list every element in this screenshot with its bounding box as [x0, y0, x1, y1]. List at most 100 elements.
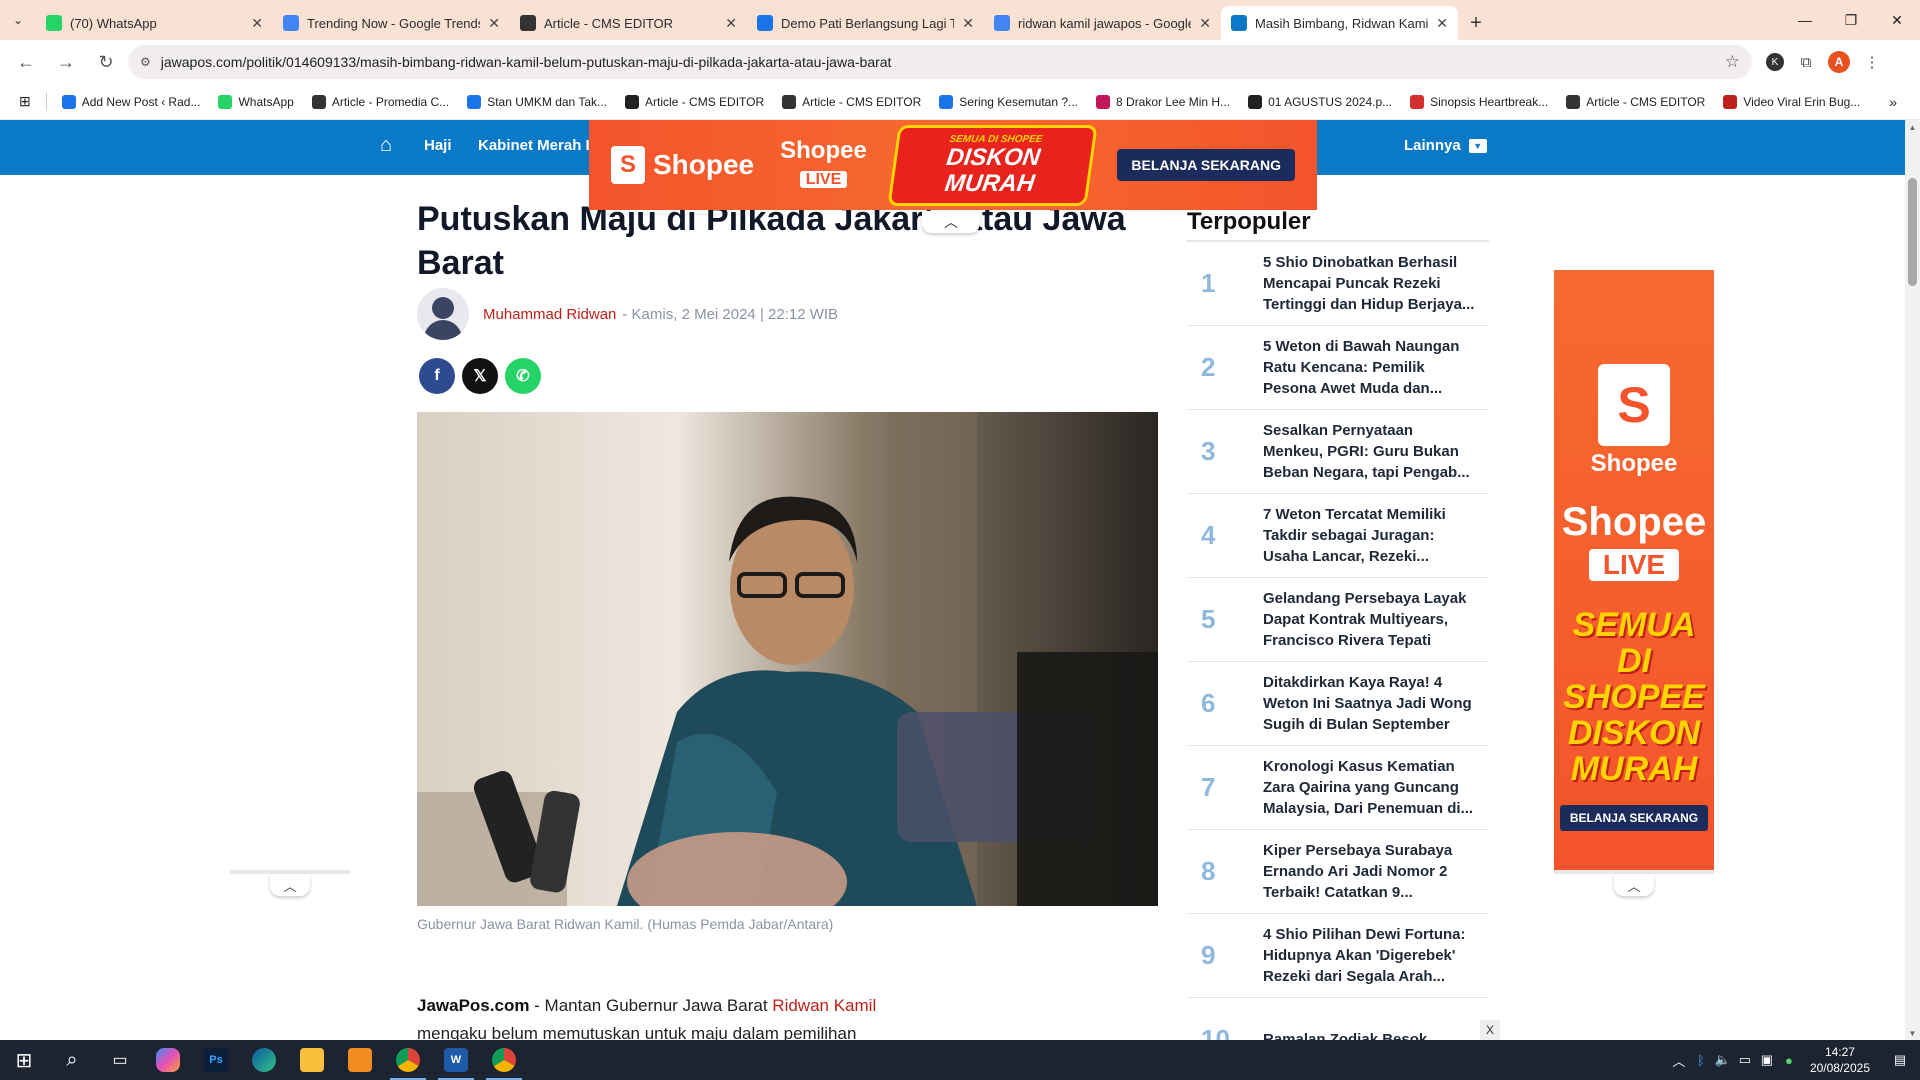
reload-button[interactable]: ↻ [88, 44, 124, 80]
tab-search-button[interactable]: ⌄ [0, 0, 36, 40]
browser-tab[interactable]: Demo Pati Berlangsung Lagi Ta ✕ [747, 6, 984, 40]
network-icon[interactable]: ▭ [1734, 1052, 1756, 1068]
task-view-icon[interactable]: ▭ [96, 1040, 144, 1080]
browser-tab[interactable]: ridwan kamil jawapos - Google ✕ [984, 6, 1221, 40]
popular-title-link[interactable]: Ditakdirkan Kaya Raya! 4 Weton Ini Saatn… [1263, 672, 1489, 735]
popular-item[interactable]: 10 Ramalan Zodiak Besok [1187, 998, 1489, 1040]
browser-tab[interactable]: Article - CMS EDITOR ✕ [510, 6, 747, 40]
side-ad-cta[interactable]: BELANJA SEKARANG [1559, 805, 1709, 831]
shopee-skyscraper-ad[interactable]: S Shopee Shopee LIVE SEMUA DI SHOPEE DIS… [1554, 270, 1714, 870]
tray-overflow-icon[interactable]: ︿ [1668, 1051, 1690, 1070]
clock[interactable]: 14:27 20/08/2025 [1800, 1044, 1880, 1076]
extension-k-icon[interactable]: K [1766, 53, 1784, 71]
bookmark-item[interactable]: Article - CMS EDITOR [616, 94, 773, 109]
popular-item[interactable]: 4 7 Weton Tercatat Memiliki Takdir sebaga… [1187, 494, 1489, 578]
browser-menu-icon[interactable]: ⋮ [1858, 48, 1886, 76]
new-tab-button[interactable]: + [1458, 6, 1494, 40]
tab-close-icon[interactable]: ✕ [251, 15, 263, 32]
page-scrollbar[interactable]: ▲ ▼ [1905, 120, 1920, 1040]
restore-button[interactable]: ❐ [1828, 0, 1874, 40]
file-explorer-icon[interactable] [288, 1040, 336, 1080]
bookmark-item[interactable]: Video Viral Erin Bug... [1714, 94, 1869, 109]
minimize-button[interactable]: — [1782, 0, 1828, 40]
popular-title-link[interactable]: Kiper Persebaya Surabaya Ernando Ari Jad… [1263, 840, 1489, 903]
forward-button[interactable]: → [48, 44, 84, 80]
apps-grid-icon[interactable]: ⊞ [10, 93, 40, 110]
chrome-icon[interactable] [384, 1040, 432, 1080]
collapse-ad-button[interactable]: ︿ [922, 211, 980, 233]
bookmark-item[interactable]: Add New Post ‹ Rad... [53, 94, 210, 109]
extensions-puzzle-icon[interactable]: ⧉ [1792, 48, 1820, 76]
volume-icon[interactable]: 🔈 [1712, 1052, 1734, 1068]
ridwan-kamil-link[interactable]: Ridwan Kamil [772, 996, 876, 1015]
popular-item[interactable]: 8 Kiper Persebaya Surabaya Ernando Ari Ja… [1187, 830, 1489, 914]
copilot-icon[interactable] [144, 1040, 192, 1080]
search-icon[interactable]: ⌕ [48, 1040, 96, 1080]
browser-tab[interactable]: (70) WhatsApp ✕ [36, 6, 273, 40]
author-avatar[interactable] [417, 288, 469, 340]
tab-close-icon[interactable]: ✕ [962, 15, 974, 32]
author-link[interactable]: Muhammad Ridwan [483, 306, 616, 323]
tab-close-icon[interactable]: ✕ [1199, 15, 1211, 32]
bookmark-item[interactable]: 8 Drakor Lee Min H... [1087, 94, 1239, 109]
close-sticky-ad-button[interactable]: X [1480, 1020, 1500, 1040]
orange-app-icon[interactable] [336, 1040, 384, 1080]
tab-close-icon[interactable]: ✕ [725, 15, 737, 32]
shopee-banner-ad[interactable]: S Shopee Shopee LIVE SEMUA DI SHOPEE DIS… [589, 120, 1317, 210]
popular-title-link[interactable]: Gelandang Persebaya Layak Dapat Kontrak … [1263, 588, 1489, 652]
x-share-icon[interactable]: 𝕏 [462, 358, 498, 394]
collapse-right-ad-button[interactable]: ︿ [1614, 874, 1654, 896]
back-button[interactable]: ← [8, 44, 44, 80]
bookmark-item[interactable]: Article - Promedia C... [303, 94, 458, 109]
popular-title-link[interactable]: 7 Weton Tercatat Memiliki Takdir sebagai… [1263, 504, 1489, 567]
scrollbar-thumb[interactable] [1908, 178, 1917, 286]
word-icon[interactable]: W [432, 1040, 480, 1080]
popular-title-link[interactable]: Sesalkan Pernyataan Menkeu, PGRI: Guru B… [1263, 420, 1489, 483]
security-icon[interactable]: ● [1778, 1053, 1800, 1068]
notifications-icon[interactable]: ▤ [1880, 1052, 1920, 1068]
bookmark-item[interactable]: WhatsApp [209, 94, 302, 109]
popular-item[interactable]: 2 5 Weton di Bawah Naungan Ratu Kencana: … [1187, 326, 1489, 410]
address-bar[interactable]: ⚙ jawapos.com/politik/014609133/masih-bi… [128, 45, 1752, 79]
home-icon[interactable]: ⌂ [380, 134, 404, 158]
profile-avatar[interactable]: A [1828, 51, 1850, 73]
bookmark-item[interactable]: 01 AGUSTUS 2024.p... [1239, 94, 1401, 109]
bookmark-item[interactable]: Stan UMKM dan Tak... [458, 94, 616, 109]
nav-item-kabinet[interactable]: Kabinet Merah I [478, 137, 590, 154]
start-button[interactable]: ⊞ [0, 1040, 48, 1080]
chrome-profile-icon[interactable] [480, 1040, 528, 1080]
popular-item[interactable]: 1 5 Shio Dinobatkan Berhasil Mencapai Pun… [1187, 242, 1489, 326]
more-bookmarks-icon[interactable]: » [1880, 94, 1906, 110]
bookmark-star-icon[interactable]: ☆ [1725, 52, 1740, 72]
popular-item[interactable]: 9 4 Shio Pilihan Dewi Fortuna: Hidupnya A… [1187, 914, 1489, 998]
facebook-share-icon[interactable]: f [419, 358, 455, 394]
popular-title-link[interactable]: Ramalan Zodiak Besok [1263, 1029, 1489, 1040]
bookmark-item[interactable]: Article - CMS EDITOR [773, 94, 930, 109]
edge-icon[interactable] [240, 1040, 288, 1080]
bookmark-item[interactable]: Article - CMS EDITOR [1557, 94, 1714, 109]
popular-item[interactable]: 7 Kronologi Kasus Kematian Zara Qairina y… [1187, 746, 1489, 830]
display-icon[interactable]: ▣ [1756, 1052, 1778, 1068]
whatsapp-share-icon[interactable]: ✆ [505, 358, 541, 394]
photoshop-icon[interactable]: Ps [192, 1040, 240, 1080]
tab-close-icon[interactable]: ✕ [488, 15, 500, 32]
popular-item[interactable]: 3 Sesalkan Pernyataan Menkeu, PGRI: Guru … [1187, 410, 1489, 494]
ad-cta-button[interactable]: BELANJA SEKARANG [1117, 149, 1295, 181]
close-window-button[interactable]: ✕ [1874, 0, 1920, 40]
nav-item-haji[interactable]: Haji [424, 137, 452, 154]
bluetooth-icon[interactable]: ᛒ [1690, 1053, 1712, 1068]
popular-title-link[interactable]: 4 Shio Pilihan Dewi Fortuna: Hidupnya Ak… [1263, 924, 1489, 987]
scroll-up-icon[interactable]: ▲ [1905, 120, 1920, 134]
popular-item[interactable]: 6 Ditakdirkan Kaya Raya! 4 Weton Ini Saat… [1187, 662, 1489, 746]
popular-title-link[interactable]: 5 Shio Dinobatkan Berhasil Mencapai Punc… [1263, 252, 1489, 315]
browser-tab[interactable]: Masih Bimbang, Ridwan Kamil B ✕ [1221, 6, 1458, 40]
bookmark-item[interactable]: Sering Kesemutan ?... [930, 94, 1087, 109]
scroll-down-icon[interactable]: ▼ [1905, 1026, 1920, 1040]
popular-item[interactable]: 5 Gelandang Persebaya Layak Dapat Kontrak… [1187, 578, 1489, 662]
site-info-icon[interactable]: ⚙ [140, 55, 151, 69]
collapse-left-ad-button[interactable]: ︿ [270, 874, 310, 896]
popular-title-link[interactable]: Kronologi Kasus Kematian Zara Qairina ya… [1263, 756, 1489, 819]
article-photo[interactable] [417, 412, 1158, 906]
popular-title-link[interactable]: 5 Weton di Bawah Naungan Ratu Kencana: P… [1263, 336, 1489, 399]
tab-close-icon[interactable]: ✕ [1436, 15, 1448, 32]
